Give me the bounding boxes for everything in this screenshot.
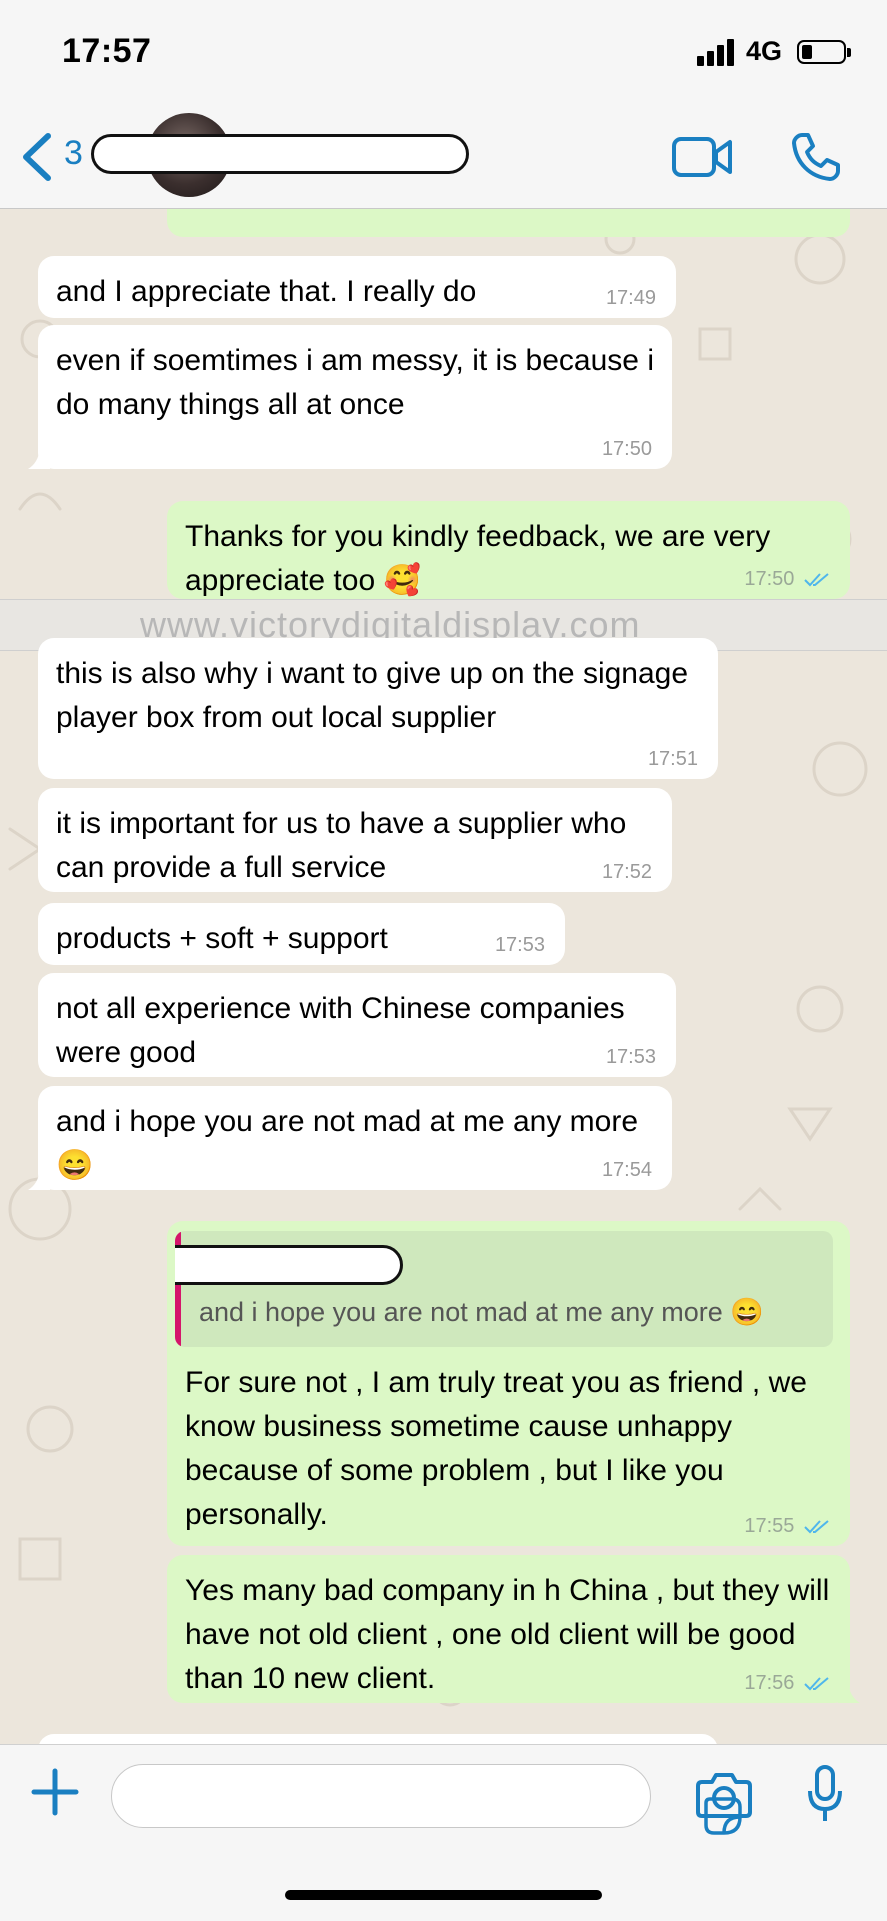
chat-header: 3 <box>0 104 887 209</box>
bubble-tail <box>28 449 50 469</box>
message-bubble-incoming[interactable]: this is also why i want to give up on th… <box>38 638 718 779</box>
microphone-icon[interactable] <box>807 1765 843 1825</box>
bubble-tail <box>838 1683 860 1703</box>
read-receipt-icon <box>804 572 829 587</box>
video-camera-icon[interactable] <box>672 134 734 180</box>
message-bubble-incoming[interactable]: products + soft + support 17:53 <box>38 903 565 965</box>
message-bubble-incoming[interactable]: even if soemtimes i am messy, it is beca… <box>28 325 672 469</box>
message-time: 17:53 <box>605 1046 656 1068</box>
message-input[interactable] <box>111 1764 742 1835</box>
read-receipt-icon <box>804 1676 829 1691</box>
message-text: and i hope you are not mad at me any mor… <box>56 1105 639 1182</box>
message-time: 17:55 <box>744 1515 795 1537</box>
message-bubble-outgoing[interactable] <box>167 209 850 237</box>
message-text: it is important for us to have a supplie… <box>56 807 627 884</box>
message-bubble-incoming[interactable] <box>38 1734 718 1744</box>
message-time: 17:56 <box>744 1672 795 1694</box>
input-bar <box>0 1744 887 1921</box>
message-bubble-incoming[interactable]: it is important for us to have a supplie… <box>38 788 672 892</box>
message-meta: 17:56 <box>744 1673 830 1693</box>
network-type: 4G <box>746 36 783 66</box>
message-bubble-outgoing[interactable]: Yes many bad company in h China , but th… <box>167 1555 860 1703</box>
message-bubble-outgoing-reply[interactable]: and i hope you are not mad at me any mor… <box>167 1221 850 1546</box>
message-meta: 17:50 <box>744 569 830 589</box>
phone-icon[interactable] <box>790 131 842 183</box>
message-text: not all experience with Chinese companie… <box>56 992 625 1069</box>
home-indicator <box>285 1890 602 1900</box>
quoted-message[interactable]: and i hope you are not mad at me any mor… <box>175 1231 833 1347</box>
message-time: 17:53 <box>494 934 545 956</box>
redacted-quoted-sender <box>175 1245 403 1285</box>
chat-area[interactable]: and I appreciate that. I really do 17:49… <box>0 209 887 1744</box>
message-text: For sure not , I am truly treat you as f… <box>185 1366 807 1531</box>
message-bubble-incoming[interactable]: and i hope you are not mad at me any mor… <box>28 1086 672 1190</box>
message-time: 17:50 <box>601 438 652 460</box>
quoted-text: and i hope you are not mad at me any mor… <box>199 1297 764 1327</box>
battery-icon <box>797 40 851 64</box>
message-time: 17:52 <box>601 861 652 883</box>
status-bar: 17:57 4G <box>0 0 887 104</box>
message-bubble-incoming[interactable]: and I appreciate that. I really do 17:49 <box>38 256 676 318</box>
message-bubble-outgoing[interactable]: Thanks for you kindly feedback, we are v… <box>167 501 850 599</box>
message-text: products + soft + support <box>56 922 388 955</box>
read-receipt-icon <box>804 1519 829 1534</box>
signal-icon <box>697 38 739 66</box>
status-time: 17:57 <box>62 32 152 70</box>
message-text: and I appreciate that. I really do <box>56 275 477 308</box>
plus-icon[interactable] <box>30 1767 80 1817</box>
redacted-contact-name[interactable] <box>91 134 469 174</box>
message-time: 17:49 <box>605 287 656 309</box>
message-text: Yes many bad company in h China , but th… <box>185 1574 830 1695</box>
message-text: even if soemtimes i am messy, it is beca… <box>56 344 654 421</box>
message-meta: 17:55 <box>744 1516 830 1536</box>
chevron-left-icon[interactable] <box>18 132 58 182</box>
camera-icon[interactable] <box>696 1770 752 1820</box>
message-time: 17:50 <box>744 568 795 590</box>
message-text: this is also why i want to give up on th… <box>56 657 689 734</box>
bubble-tail <box>28 1170 50 1190</box>
message-text: Thanks for you kindly feedback, we are v… <box>185 520 771 597</box>
message-bubble-incoming[interactable]: not all experience with Chinese companie… <box>38 973 676 1077</box>
unread-count[interactable]: 3 <box>64 134 83 173</box>
message-time: 17:54 <box>601 1159 652 1181</box>
message-time: 17:51 <box>647 748 698 770</box>
